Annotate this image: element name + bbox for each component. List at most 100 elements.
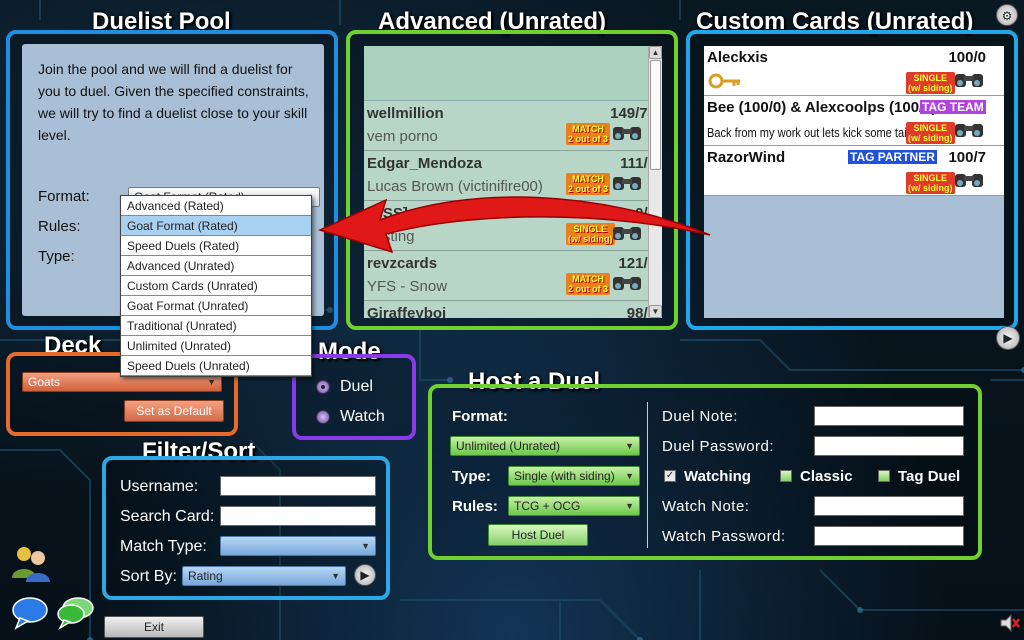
host-type-select[interactable]: Single (with siding) ▼ xyxy=(508,466,640,486)
match-type-badge: MATCH 2 out of 3 xyxy=(566,123,610,145)
chat-icon[interactable] xyxy=(10,596,50,630)
pool-description: Join the pool and we will find a duelist… xyxy=(38,61,309,143)
match-type-badge: SINGLE (w/ siding) xyxy=(906,172,955,194)
pool-format-dropdown[interactable]: Advanced (Rated) Goat Format (Rated) Speed… xyxy=(120,195,312,377)
match-type-badge: SINGLE (w/ siding) xyxy=(906,72,955,94)
settings-icon[interactable]: ⚙ xyxy=(996,4,1018,26)
username-label: Username: xyxy=(120,478,199,495)
watching-label: Watching xyxy=(684,468,751,485)
host-duel-button[interactable]: Host Duel xyxy=(488,524,588,546)
binoculars-icon[interactable] xyxy=(954,70,984,88)
dropdown-option[interactable]: Unlimited (Unrated) xyxy=(121,336,311,356)
host-type-value: Single (with siding) xyxy=(514,469,615,483)
mode-watch-label: Watch xyxy=(340,408,385,425)
mode-watch-radio[interactable] xyxy=(316,410,330,424)
sort-by-value: Rating xyxy=(188,569,223,583)
search-card-label: Search Card: xyxy=(120,508,215,525)
pool-type-label: Type: xyxy=(38,248,75,265)
host-format-value: Unlimited (Unrated) xyxy=(456,439,561,453)
scroll-up-icon[interactable]: ▲ xyxy=(649,46,662,59)
duelist-rating: 100/7 xyxy=(948,149,986,166)
duelist-name: wellmillion xyxy=(367,105,444,122)
dropdown-option[interactable]: Custom Cards (Unrated) xyxy=(121,276,311,296)
chevron-down-icon: ▼ xyxy=(207,377,216,387)
match-type-badge: MATCH 2 out of 3 xyxy=(566,273,610,295)
dropdown-option[interactable]: Goat Format (Rated) xyxy=(121,216,311,236)
tag-team-badge: TAG TEAM xyxy=(920,100,986,114)
list-item[interactable]: wellmillion 149/74 vem porno MATCH 2 out of… xyxy=(364,101,662,151)
duel-note: YFS - Snow xyxy=(367,278,448,295)
next-page-icon[interactable]: ▶ xyxy=(996,326,1020,350)
list-item[interactable]: Bee (100/0) & Alexcoolps (100/0) Back fro… xyxy=(704,96,1004,146)
mode-duel-radio[interactable] xyxy=(316,380,330,394)
sort-by-label: Sort By: xyxy=(120,568,177,585)
host-type-label: Type: xyxy=(452,468,491,485)
key-icon xyxy=(708,73,740,89)
filter-panel: Username: Search Card: Match Type: ▼ Sor… xyxy=(102,456,390,600)
list-item[interactable]: Giraffeyboi 98/0 xyxy=(364,301,662,318)
duel-password-input[interactable] xyxy=(814,436,964,456)
deck-value: Goats xyxy=(28,375,61,389)
host-duel-panel: Format: Unlimited (Unrated) ▼ Type: Sing… xyxy=(428,384,982,560)
duel-note-label: Duel Note: xyxy=(662,408,738,425)
list-item[interactable]: Aleckxis 100/0 SINGLE (w/ siding) xyxy=(704,46,1004,96)
host-rules-select[interactable]: TCG + OCG ▼ xyxy=(508,496,640,516)
users-icon[interactable] xyxy=(10,544,52,584)
duelist-name: Bee (100/0) & Alexcoolps (100/0) xyxy=(707,99,937,116)
list-item-empty[interactable] xyxy=(364,46,662,101)
list-item[interactable]: RazorWind 100/7 TAG PARTNER SINGLE (w/ sidi… xyxy=(704,146,1004,196)
red-arrow-icon xyxy=(317,196,711,254)
binoculars-icon[interactable] xyxy=(954,120,984,138)
sort-direction-icon[interactable]: ▶ xyxy=(354,564,376,586)
host-rules-label: Rules: xyxy=(452,498,498,515)
classic-label: Classic xyxy=(800,468,853,485)
tag-duel-checkbox[interactable] xyxy=(878,470,890,482)
match-type-badge: SINGLE (w/ siding) xyxy=(906,122,955,144)
tag-duel-label: Tag Duel xyxy=(898,468,961,485)
custom-list[interactable]: Aleckxis 100/0 SINGLE (w/ siding) Bee (100/… xyxy=(704,46,1004,318)
match-type-select[interactable]: ▼ xyxy=(220,536,376,556)
watch-note-label: Watch Note: xyxy=(662,498,750,515)
dropdown-option[interactable]: Goat Format (Unrated) xyxy=(121,296,311,316)
host-format-label: Format: xyxy=(452,408,508,425)
host-rules-value: TCG + OCG xyxy=(514,499,581,513)
duel-password-label: Duel Password: xyxy=(662,438,775,455)
set-default-button[interactable]: Set as Default xyxy=(124,400,224,422)
chevron-down-icon: ▼ xyxy=(625,501,634,511)
watch-password-input[interactable] xyxy=(814,526,964,546)
binoculars-icon[interactable] xyxy=(954,170,984,188)
duel-note: Back from my work out lets kick some tai… xyxy=(707,125,910,140)
custom-cards-panel: Aleckxis 100/0 SINGLE (w/ siding) Bee (100/… xyxy=(686,30,1018,330)
host-format-select[interactable]: Unlimited (Unrated) ▼ xyxy=(450,436,640,456)
duel-note-input[interactable] xyxy=(814,406,964,426)
duelist-rating: 100/0 xyxy=(948,49,986,66)
scroll-down-icon[interactable]: ▼ xyxy=(649,305,662,318)
match-type-label: Match Type: xyxy=(120,538,207,555)
binoculars-icon[interactable] xyxy=(612,123,642,141)
tag-partner-badge: TAG PARTNER xyxy=(848,150,937,164)
chevron-down-icon: ▼ xyxy=(361,541,370,551)
sort-by-select[interactable]: Rating ▼ xyxy=(182,566,346,586)
dropdown-option[interactable]: Advanced (Unrated) xyxy=(121,256,311,276)
dropdown-option[interactable]: Traditional (Unrated) xyxy=(121,316,311,336)
username-input[interactable] xyxy=(220,476,376,496)
classic-checkbox[interactable] xyxy=(780,470,792,482)
dropdown-option[interactable]: Speed Duels (Rated) xyxy=(121,236,311,256)
watch-password-label: Watch Password: xyxy=(662,528,786,545)
pool-rules-label: Rules: xyxy=(38,218,81,235)
sound-mute-icon[interactable] xyxy=(998,612,1020,634)
exit-button[interactable]: Exit xyxy=(104,616,204,638)
binoculars-icon[interactable] xyxy=(612,273,642,291)
dropdown-option[interactable]: Advanced (Rated) xyxy=(121,196,311,216)
chevron-down-icon: ▼ xyxy=(625,471,634,481)
divider xyxy=(647,402,648,548)
chevron-down-icon: ▼ xyxy=(625,441,634,451)
dropdown-option[interactable]: Speed Duels (Unrated) xyxy=(121,356,311,376)
pool-format-label: Format: xyxy=(38,188,90,205)
private-chat-icon[interactable] xyxy=(56,596,96,630)
search-card-input[interactable] xyxy=(220,506,376,526)
watching-checkbox[interactable]: ✓ xyxy=(664,470,676,482)
chevron-down-icon: ▼ xyxy=(331,571,340,581)
duelist-name: Giraffeyboi xyxy=(367,305,447,318)
watch-note-input[interactable] xyxy=(814,496,964,516)
